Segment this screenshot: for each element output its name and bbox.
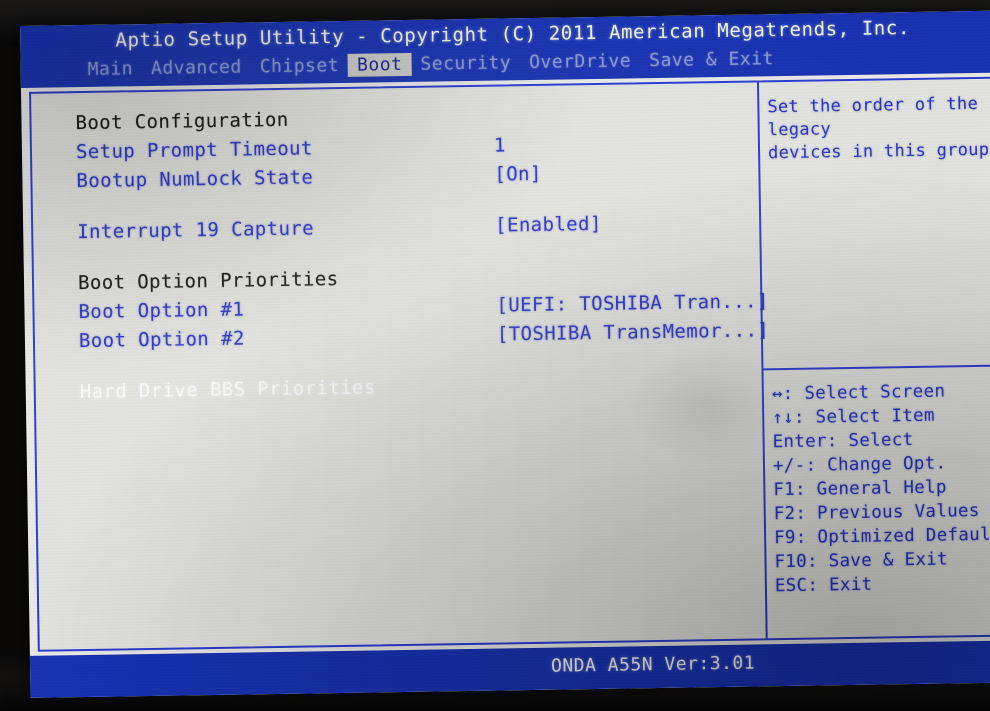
help-text-panel: Set the order of the legacy devices in t… bbox=[767, 93, 990, 165]
setting-label: Setup Prompt Timeout bbox=[75, 137, 313, 164]
setting-value[interactable]: [UEFI: TOSHIBA Tran...] bbox=[496, 287, 769, 320]
tab-save-exit[interactable]: Save & Exit bbox=[640, 47, 783, 72]
setting-label: Interrupt 19 Capture bbox=[77, 217, 315, 244]
tab-boot[interactable]: Boot bbox=[347, 52, 412, 77]
setting-label: Boot Configuration bbox=[75, 108, 289, 135]
setting-value[interactable]: [On] bbox=[494, 160, 542, 190]
tab-chipset[interactable]: Chipset bbox=[251, 54, 349, 79]
key-legend-general-help: F1: General Help bbox=[773, 477, 947, 501]
tab-advanced[interactable]: Advanced bbox=[142, 55, 251, 80]
key-legend-enter-select: Enter: Select bbox=[772, 430, 914, 453]
help-line: Set the order of the legacy bbox=[767, 93, 979, 141]
key-legend-select-screen: ↔: Select Screen bbox=[771, 381, 946, 405]
key-legend-esc-exit: ESC: Exit bbox=[774, 574, 873, 597]
help-line: devices in this group bbox=[767, 139, 990, 164]
setting-label: Hard Drive BBS Priorities bbox=[79, 376, 376, 404]
setting-value[interactable]: [TOSHIBA TransMemor...] bbox=[497, 316, 770, 349]
bios-screen: Aptio Setup Utility - Copyright (C) 2011… bbox=[20, 10, 990, 698]
content-frame: Boot Configuration Setup Prompt Timeout … bbox=[29, 76, 990, 652]
tab-security[interactable]: Security bbox=[411, 51, 520, 76]
monitor-photo: Aptio Setup Utility - Copyright (C) 2011… bbox=[0, 0, 990, 711]
key-legend-change-opt: +/-: Change Opt. bbox=[772, 453, 947, 477]
key-legend-panel: ↔: Select Screen ↑↓: Select Item Enter: … bbox=[772, 379, 990, 599]
key-legend-save-exit: F10: Save & Exit bbox=[774, 549, 949, 573]
setting-label: Boot Option Priorities bbox=[77, 268, 339, 295]
setting-label: Boot Option #2 bbox=[78, 327, 245, 353]
tab-overdrive[interactable]: OverDrive bbox=[520, 49, 640, 74]
setting-label: Bootup NumLock State bbox=[76, 166, 314, 193]
tab-main[interactable]: Main bbox=[79, 57, 143, 81]
key-legend-optimized-defaults: F9: Optimized Defaults bbox=[773, 524, 990, 549]
setting-value[interactable]: [Enabled] bbox=[495, 210, 602, 241]
menu-bar[interactable]: Main Advanced Chipset Boot Security Over… bbox=[79, 47, 784, 81]
setting-value[interactable]: 1 bbox=[494, 131, 506, 160]
help-divider-horizontal bbox=[763, 364, 990, 371]
setting-label: Boot Option #1 bbox=[78, 298, 245, 324]
bios-version-label: ONDA A55N Ver:3.01 bbox=[550, 652, 756, 677]
key-legend-select-item: ↑↓: Select Item bbox=[772, 405, 935, 429]
key-legend-previous-values: F2: Previous Values bbox=[773, 500, 980, 525]
settings-list: Boot Configuration Setup Prompt Timeout … bbox=[31, 82, 769, 407]
